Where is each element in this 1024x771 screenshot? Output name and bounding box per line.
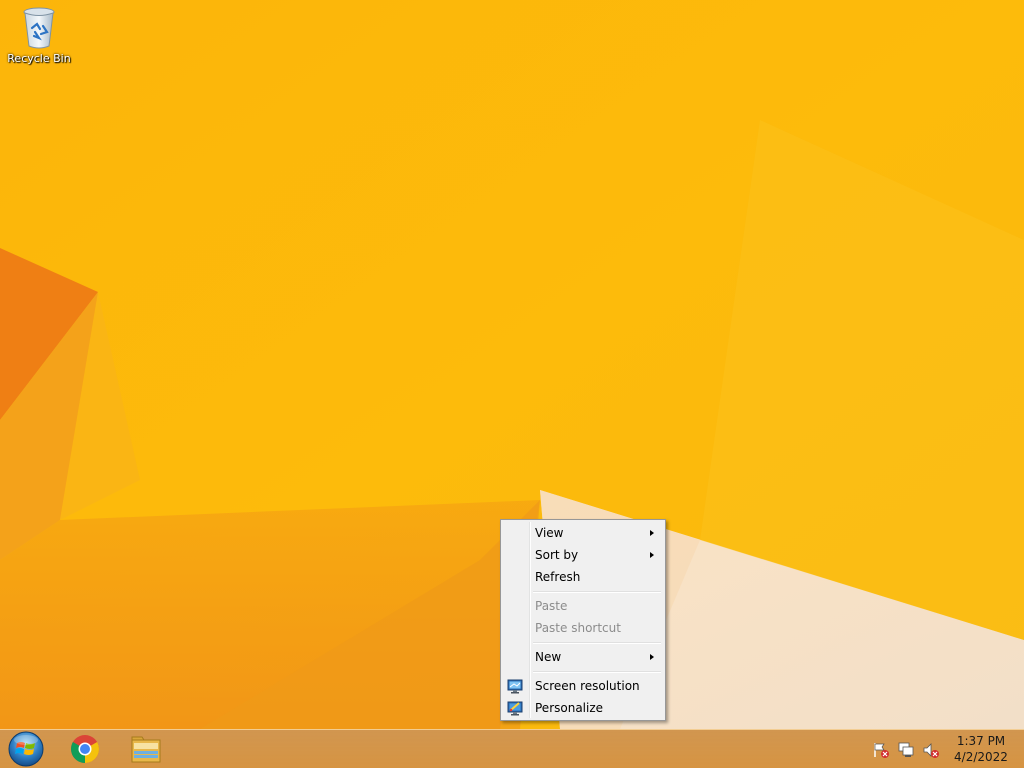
menu-item-screen-resolution[interactable]: Screen resolution — [503, 675, 663, 697]
menu-item-new-label: New — [535, 650, 562, 664]
submenu-arrow-icon — [650, 530, 654, 536]
menu-item-personalize[interactable]: Personalize — [503, 697, 663, 719]
menu-item-new[interactable]: New — [503, 646, 663, 668]
desktop-context-menu: View Sort by Refresh Paste Paste shortcu… — [500, 519, 666, 721]
menu-item-refresh-label: Refresh — [535, 570, 581, 584]
menu-separator — [503, 668, 663, 675]
start-button[interactable] — [6, 731, 46, 767]
menu-item-sort-by-label: Sort by — [535, 548, 579, 562]
menu-separator — [503, 639, 663, 646]
menu-item-personalize-label: Personalize — [535, 701, 604, 715]
recycle-bin-label: Recycle Bin — [7, 52, 71, 65]
taskbar-chrome-button[interactable] — [60, 732, 110, 766]
desktop[interactable]: Recycle Bin View Sort by Refresh Paste P… — [0, 0, 1024, 729]
taskbar: 1:37 PM 4/2/2022 — [0, 729, 1024, 768]
chrome-icon — [71, 735, 99, 763]
file-explorer-icon — [131, 736, 161, 763]
action-center-flag-icon[interactable] — [872, 741, 890, 759]
clock-time: 1:37 PM — [956, 734, 1006, 748]
taskbar-file-explorer-button[interactable] — [121, 732, 171, 766]
menu-separator — [503, 588, 663, 595]
menu-item-screen-resolution-label: Screen resolution — [535, 679, 640, 693]
menu-item-paste: Paste — [503, 595, 663, 617]
volume-muted-icon[interactable] — [922, 741, 940, 759]
clock-date: 4/2/2022 — [954, 750, 1008, 764]
submenu-arrow-icon — [650, 552, 654, 558]
menu-item-view[interactable]: View — [503, 522, 663, 544]
taskbar-clock[interactable]: 1:37 PM 4/2/2022 — [946, 733, 1016, 765]
recycle-bin-desktop-icon[interactable]: Recycle Bin — [4, 4, 74, 76]
menu-item-paste-shortcut: Paste shortcut — [503, 617, 663, 639]
menu-item-sort-by[interactable]: Sort by — [503, 544, 663, 566]
recycle-bin-icon — [23, 7, 55, 49]
network-icon[interactable] — [897, 741, 915, 759]
menu-item-paste-label: Paste — [535, 599, 568, 613]
menu-item-view-label: View — [535, 526, 564, 540]
monitor-icon — [507, 679, 523, 694]
submenu-arrow-icon — [650, 654, 654, 660]
menu-item-paste-shortcut-label: Paste shortcut — [535, 621, 621, 635]
menu-item-refresh[interactable]: Refresh — [503, 566, 663, 588]
windows-start-orb-icon — [8, 731, 44, 767]
personalize-icon — [507, 701, 523, 716]
